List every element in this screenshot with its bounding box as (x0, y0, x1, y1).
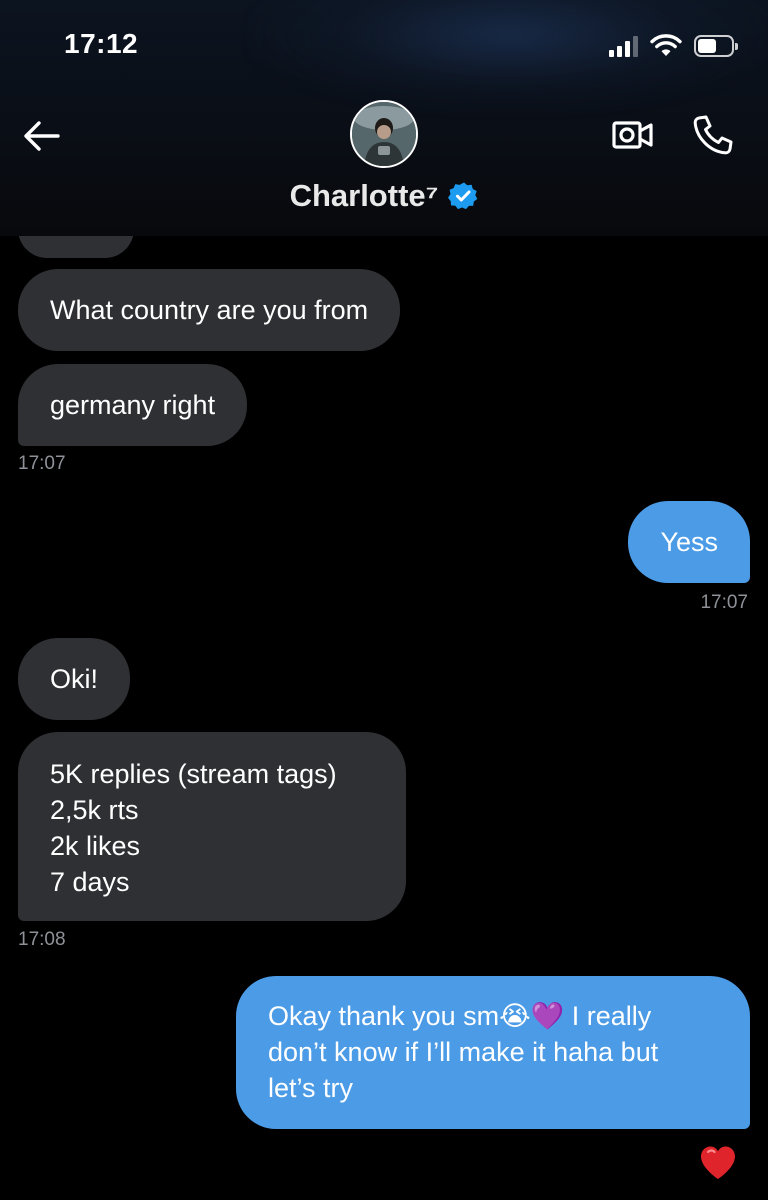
back-arrow-icon (24, 121, 60, 151)
contact-name-text: Charlotte⁷ (289, 178, 439, 213)
message-timestamp: 17:08 (18, 929, 66, 950)
battery-level (698, 39, 716, 53)
heart-reaction[interactable]: ❤️ (698, 1143, 738, 1183)
message-bubble-outgoing[interactable]: Yess (628, 501, 750, 583)
wifi-icon (650, 34, 682, 56)
back-button[interactable] (18, 112, 66, 160)
video-call-icon (612, 121, 653, 149)
contact-avatar[interactable] (350, 100, 418, 168)
battery-icon (694, 35, 738, 57)
message-bubble-incoming[interactable]: 5K replies (stream tags) 2,5k rts 2k lik… (18, 732, 406, 921)
status-bar-time: 17:12 (64, 28, 139, 59)
verified-badge-icon (448, 182, 478, 210)
contact-name[interactable]: Charlotte⁷ (0, 178, 768, 214)
message-bubble-outgoing[interactable]: Okay thank you sm😭💜 I really don’t know … (236, 976, 750, 1129)
message-bubble-incoming[interactable]: germany right (18, 364, 248, 446)
avatar-image (352, 102, 416, 166)
message-timestamp: 17:07 (700, 592, 748, 613)
phone-icon (693, 115, 733, 155)
chat-header: 17:12 Charlotte⁷ (0, 0, 768, 236)
call-button[interactable] (688, 110, 738, 160)
cellular-signal-icon (609, 35, 638, 57)
message-bubble-incoming[interactable]: Oki! (18, 638, 131, 720)
status-bar-icons (609, 34, 738, 58)
video-call-button[interactable] (608, 110, 658, 160)
message-timestamp: 17:07 (18, 453, 66, 474)
message-bubble-incoming[interactable]: What country are you from (18, 269, 401, 351)
